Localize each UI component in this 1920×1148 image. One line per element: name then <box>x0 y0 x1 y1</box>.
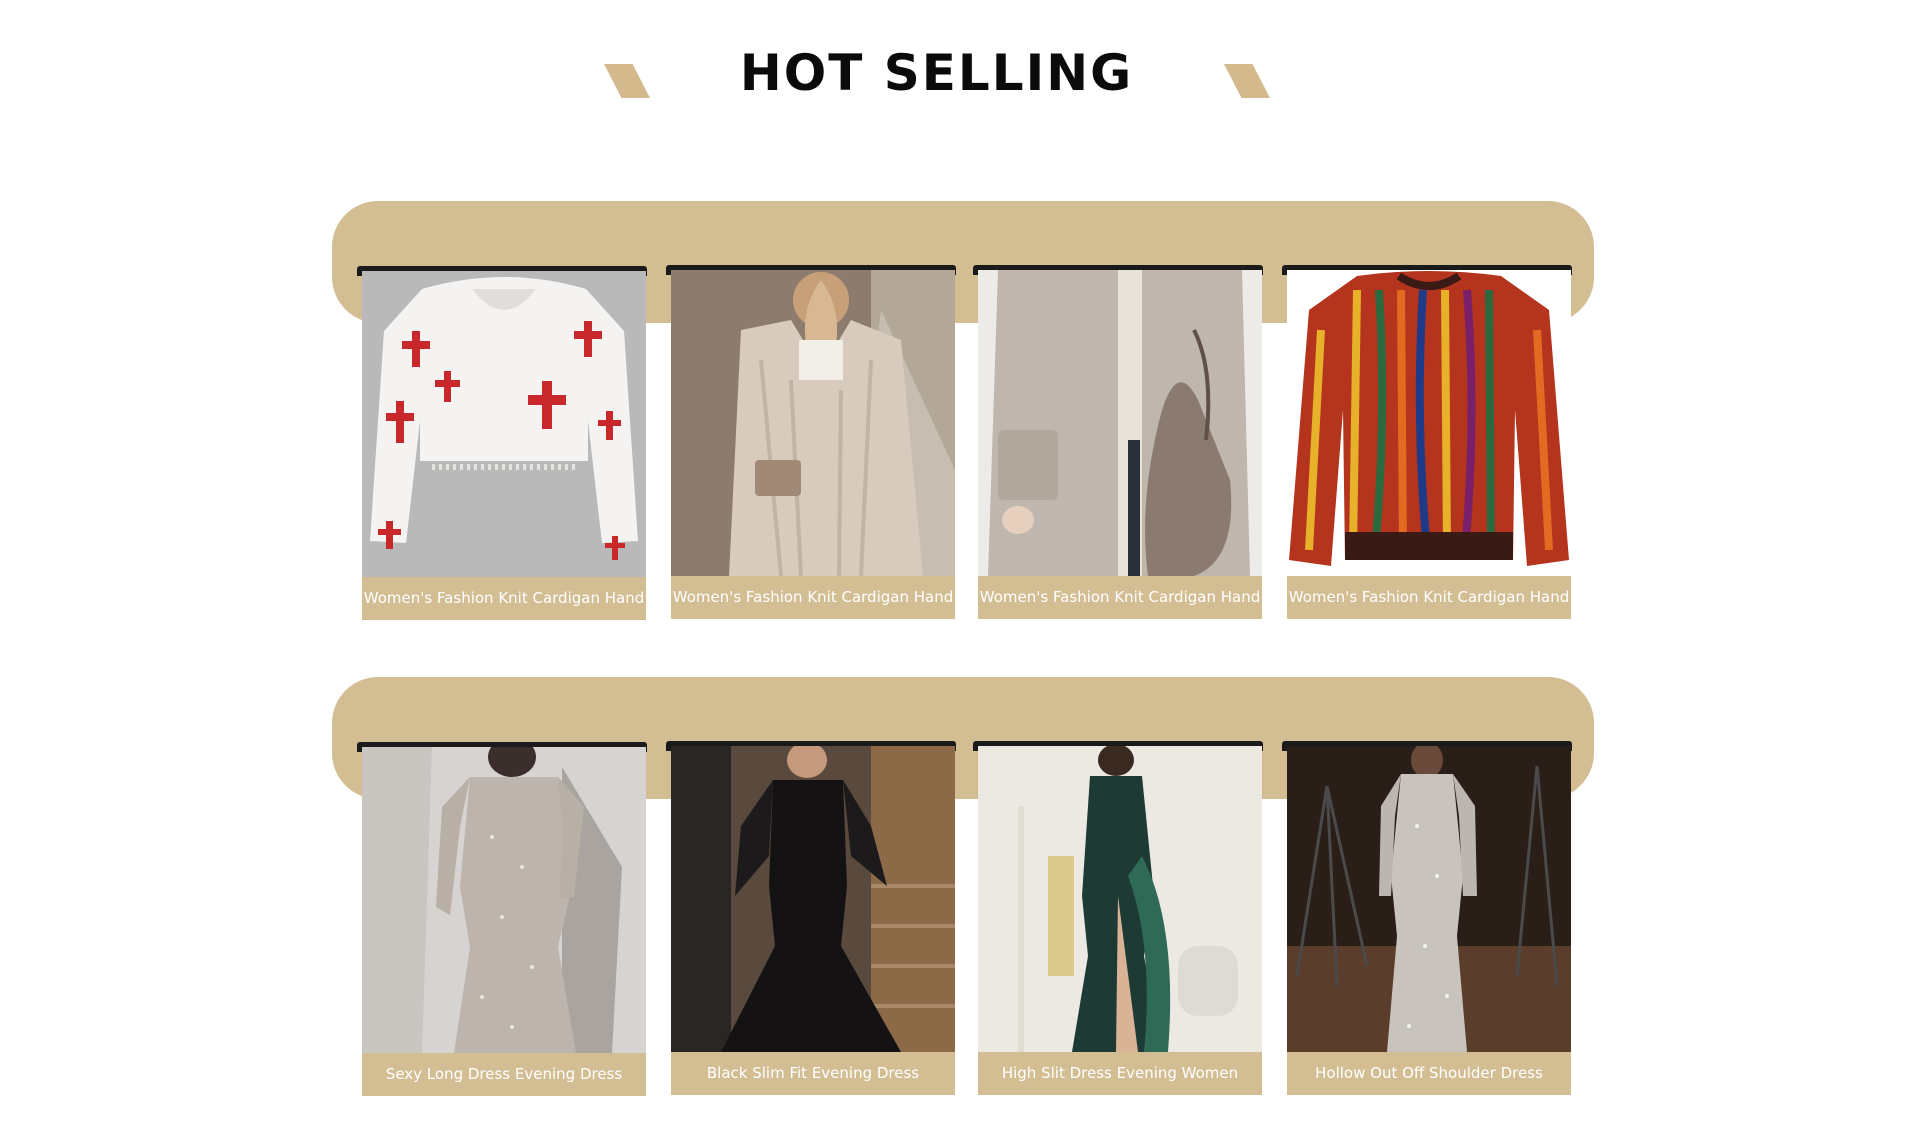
product-image-black-lace-gown[interactable] <box>671 746 955 1052</box>
product-image-silver-sequin-gown[interactable] <box>362 747 646 1053</box>
section-header: HOT SELLING <box>0 40 1920 110</box>
product-name[interactable]: Women's Fashion Knit Cardigan Hand <box>1287 576 1571 619</box>
product-name[interactable]: Black Slim Fit Evening Dress <box>671 1052 955 1095</box>
product-name[interactable]: Women's Fashion Knit Cardigan Hand <box>671 576 955 619</box>
product-card-3[interactable]: Women's Fashion Knit Cardigan Hand <box>973 265 1268 625</box>
product-name[interactable]: Sexy Long Dress Evening Dress <box>362 1053 646 1096</box>
product-name[interactable]: Women's Fashion Knit Cardigan Hand <box>978 576 1262 619</box>
product-card-5[interactable]: Sexy Long Dress Evening Dress <box>357 742 652 1102</box>
product-image-silver-hollow-gown[interactable] <box>1287 746 1571 1052</box>
product-card-8[interactable]: Hollow Out Off Shoulder Dress <box>1282 741 1577 1101</box>
section-title: HOT SELLING <box>739 44 1134 102</box>
product-name[interactable]: Women's Fashion Knit Cardigan Hand <box>362 577 646 620</box>
product-name[interactable]: High Slit Dress Evening Women <box>978 1052 1262 1095</box>
product-image-grey-long-coat[interactable] <box>978 270 1262 576</box>
product-image-white-cropped-sweater[interactable] <box>362 271 646 577</box>
product-card-4[interactable]: Women's Fashion Knit Cardigan Hand <box>1282 265 1577 625</box>
product-name[interactable]: Hollow Out Off Shoulder Dress <box>1287 1052 1571 1095</box>
product-image-multicolor-sweater[interactable] <box>1287 270 1571 576</box>
product-card-1[interactable]: Women's Fashion Knit Cardigan Hand <box>357 266 652 626</box>
product-card-6[interactable]: Black Slim Fit Evening Dress <box>666 741 961 1101</box>
product-card-7[interactable]: High Slit Dress Evening Women <box>973 741 1268 1101</box>
product-image-beige-cable-cardigan[interactable] <box>671 270 955 576</box>
product-card-2[interactable]: Women's Fashion Knit Cardigan Hand <box>666 265 961 625</box>
product-image-green-feather-gown[interactable] <box>978 746 1262 1052</box>
